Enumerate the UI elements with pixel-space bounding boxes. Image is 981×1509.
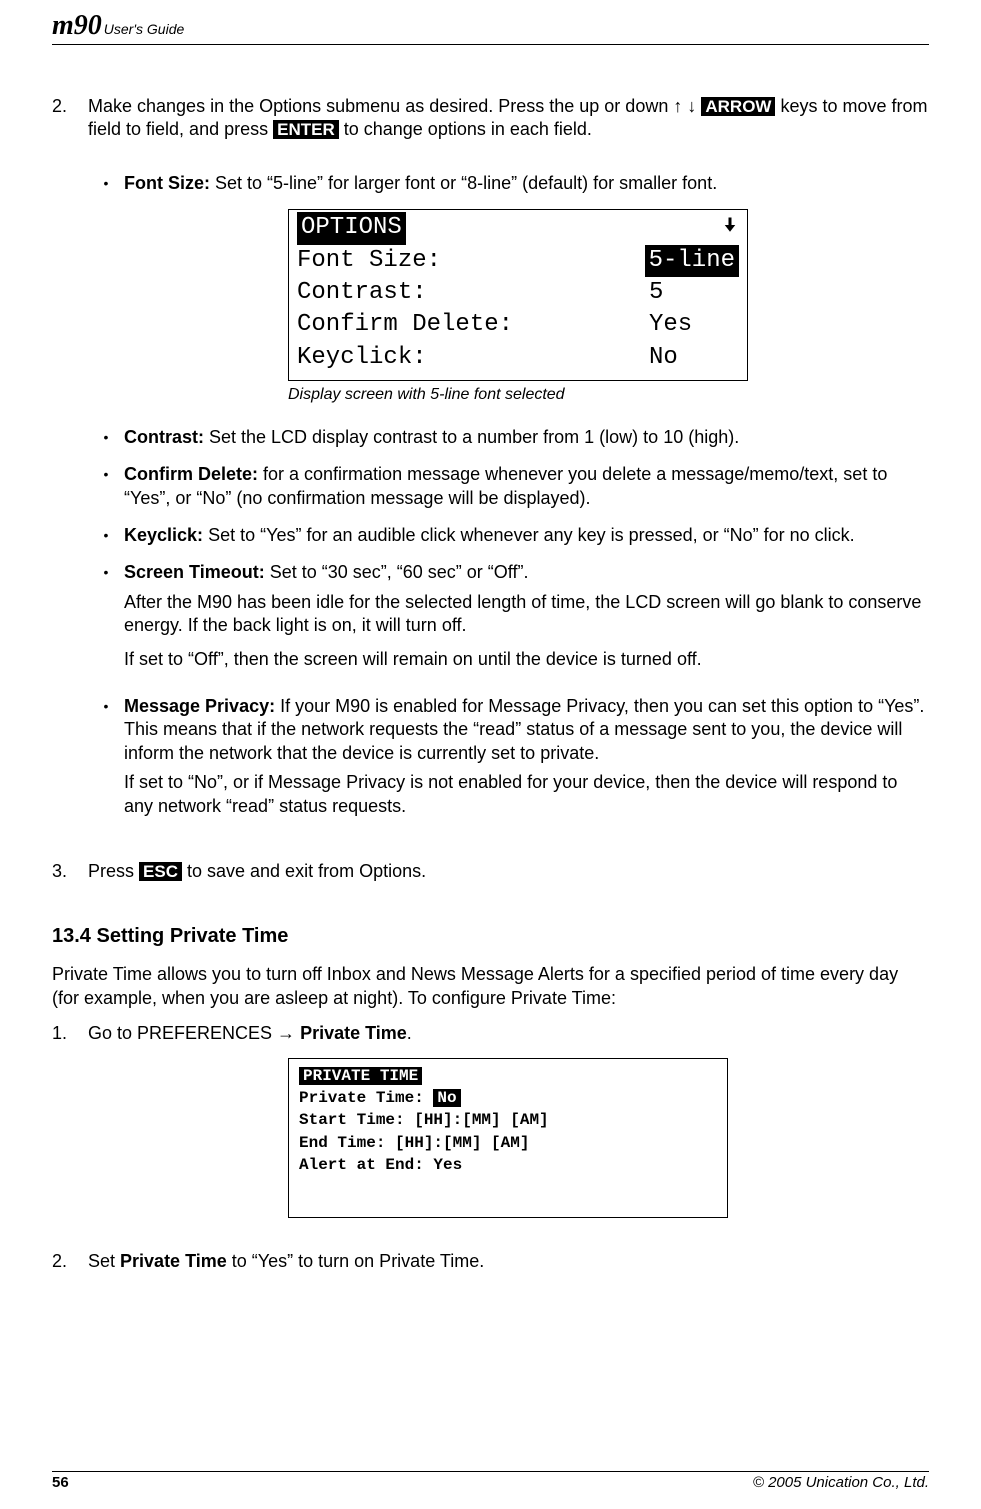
ordered-list-section: 1. Go to PREFERENCES → Private Time. PRI… bbox=[52, 1022, 929, 1273]
key-enter: ENTER bbox=[273, 120, 339, 139]
screen-row: Alert at End: Yes bbox=[299, 1154, 717, 1176]
screen-title-row: PRIVATE TIME bbox=[299, 1065, 717, 1087]
screen-title: OPTIONS bbox=[297, 212, 406, 244]
lead: Message Privacy: bbox=[124, 696, 275, 716]
screen-row: Font Size: 5-line bbox=[297, 245, 739, 277]
step-num: 1. bbox=[52, 1022, 88, 1231]
screen-title: PRIVATE TIME bbox=[299, 1067, 422, 1085]
screen-row: Confirm Delete: Yes bbox=[297, 309, 739, 341]
bullet-body: Keyclick: Set to “Yes” for an audible cl… bbox=[124, 524, 929, 547]
sec-step-2: 2. Set Private Time to “Yes” to turn on … bbox=[52, 1250, 929, 1273]
lead: Font Size: bbox=[124, 173, 210, 193]
bullet-body: Message Privacy: If your M90 is enabled … bbox=[124, 695, 929, 828]
ordered-list-top: 2. Make changes in the Options submenu a… bbox=[52, 95, 929, 883]
row-value: No bbox=[649, 342, 739, 374]
row-value: 5-line bbox=[645, 245, 739, 277]
section-heading: 13.4 Setting Private Time bbox=[52, 923, 929, 949]
bullet-keyclick: • Keyclick: Set to “Yes” for an audible … bbox=[88, 524, 929, 547]
row-value: No bbox=[433, 1089, 460, 1107]
screen-row: Start Time: [HH]:[MM] [AM] bbox=[299, 1109, 717, 1131]
bullet-list-2: • Contrast: Set the LCD display contrast… bbox=[88, 426, 929, 828]
step-num: 2. bbox=[52, 95, 88, 842]
text: Set the LCD display contrast to a number… bbox=[204, 427, 739, 447]
bullet-dot-icon: • bbox=[88, 172, 124, 195]
bullet-body: Screen Timeout: Set to “30 sec”, “60 sec… bbox=[124, 561, 929, 681]
screen-row: Private Time: No bbox=[299, 1087, 717, 1109]
bold: Private Time bbox=[120, 1251, 227, 1271]
bullet-body: Confirm Delete: for a confirmation messa… bbox=[124, 463, 929, 510]
step-3: 3. Press ESC to save and exit from Optio… bbox=[52, 860, 929, 883]
text: Press bbox=[88, 861, 139, 881]
brand: m90User's Guide bbox=[52, 10, 184, 42]
copyright: © 2005 Unication Co., Ltd. bbox=[753, 1474, 929, 1491]
brand-suffix: User's Guide bbox=[104, 21, 184, 37]
text: Set to “30 sec”, “60 sec” or “Off”. bbox=[265, 562, 529, 582]
lead: Confirm Delete: bbox=[124, 464, 258, 484]
text: Set bbox=[88, 1251, 120, 1271]
row-label: Font Size: bbox=[297, 245, 441, 277]
text: Set to “Yes” for an audible click whenev… bbox=[203, 525, 855, 545]
lead: Contrast: bbox=[124, 427, 204, 447]
step-num: 2. bbox=[52, 1250, 88, 1273]
lead: Screen Timeout: bbox=[124, 562, 265, 582]
para: If set to “No”, or if Message Privacy is… bbox=[124, 771, 929, 818]
screen-caption: Display screen with 5-line font selected bbox=[288, 385, 929, 406]
para: If set to “Off”, then the screen will re… bbox=[124, 648, 929, 671]
page: m90User's Guide 2. Make changes in the O… bbox=[0, 10, 981, 1509]
bullet-dot-icon: • bbox=[88, 426, 124, 449]
key-arrow: ARROW bbox=[701, 97, 775, 116]
key-esc: ESC bbox=[139, 862, 182, 881]
bullet-message-privacy: • Message Privacy: If your M90 is enable… bbox=[88, 695, 929, 828]
text: . bbox=[407, 1023, 412, 1043]
content: 2. Make changes in the Options submenu a… bbox=[52, 45, 929, 1273]
para: After the M90 has been idle for the sele… bbox=[124, 591, 929, 638]
row-label: Contrast: bbox=[297, 277, 427, 309]
screen-row: Keyclick: No bbox=[297, 342, 739, 374]
arrow-up-icon: ↑ bbox=[673, 96, 682, 116]
text: Go to PREFERENCES → bbox=[88, 1023, 300, 1043]
bullet-dot-icon: • bbox=[88, 695, 124, 828]
footer: 56 © 2005 Unication Co., Ltd. bbox=[52, 1471, 929, 1491]
sec-step-1: 1. Go to PREFERENCES → Private Time. PRI… bbox=[52, 1022, 929, 1231]
bullet-dot-icon: • bbox=[88, 463, 124, 510]
screen-row: End Time: [HH]:[MM] [AM] bbox=[299, 1132, 717, 1154]
bullet-screen-timeout: • Screen Timeout: Set to “30 sec”, “60 s… bbox=[88, 561, 929, 681]
private-time-screen: PRIVATE TIME Private Time: No Start Time… bbox=[288, 1058, 728, 1218]
text: to change options in each field. bbox=[339, 119, 592, 139]
row-label: Confirm Delete: bbox=[297, 309, 513, 341]
row-value: Yes bbox=[649, 309, 739, 341]
row-label: Private Time: bbox=[299, 1089, 433, 1107]
step-body: Make changes in the Options submenu as d… bbox=[88, 95, 929, 842]
bullet-body: Font Size: Set to “5-line” for larger fo… bbox=[124, 172, 929, 195]
bold: Private Time bbox=[300, 1023, 407, 1043]
bullet-confirm-delete: • Confirm Delete: for a confirmation mes… bbox=[88, 463, 929, 510]
page-number: 56 bbox=[52, 1474, 69, 1491]
bullet-list-1: • Font Size: Set to “5-line” for larger … bbox=[88, 172, 929, 195]
arrow-down-icon: ↓ bbox=[687, 96, 696, 116]
section-intro: Private Time allows you to turn off Inbo… bbox=[52, 963, 929, 1010]
text: Make changes in the Options submenu as d… bbox=[88, 96, 673, 116]
screen-row: Contrast: 5 bbox=[297, 277, 739, 309]
text: to “Yes” to turn on Private Time. bbox=[227, 1251, 484, 1271]
text: to save and exit from Options. bbox=[182, 861, 426, 881]
step-2: 2. Make changes in the Options submenu a… bbox=[52, 95, 929, 842]
step-body: Set Private Time to “Yes” to turn on Pri… bbox=[88, 1250, 929, 1273]
options-screen: OPTIONS Font Size: 5-line Contrast: 5 bbox=[288, 209, 748, 381]
text: Set to “5-line” for larger font or “8-li… bbox=[210, 173, 717, 193]
step-body: Press ESC to save and exit from Options. bbox=[88, 860, 929, 883]
screen-title-row: OPTIONS bbox=[297, 212, 739, 244]
step-num: 3. bbox=[52, 860, 88, 883]
bullet-dot-icon: • bbox=[88, 524, 124, 547]
header-rule: m90User's Guide bbox=[52, 10, 929, 45]
row-value: 5 bbox=[649, 277, 739, 309]
bullet-font-size: • Font Size: Set to “5-line” for larger … bbox=[88, 172, 929, 195]
bullet-dot-icon: • bbox=[88, 561, 124, 681]
scroll-down-icon bbox=[721, 214, 739, 244]
step-body: Go to PREFERENCES → Private Time. PRIVAT… bbox=[88, 1022, 929, 1231]
bullet-body: Contrast: Set the LCD display contrast t… bbox=[124, 426, 929, 449]
row-label: Keyclick: bbox=[297, 342, 427, 374]
brand-model: m90 bbox=[52, 10, 102, 41]
lead: Keyclick: bbox=[124, 525, 203, 545]
bullet-contrast: • Contrast: Set the LCD display contrast… bbox=[88, 426, 929, 449]
